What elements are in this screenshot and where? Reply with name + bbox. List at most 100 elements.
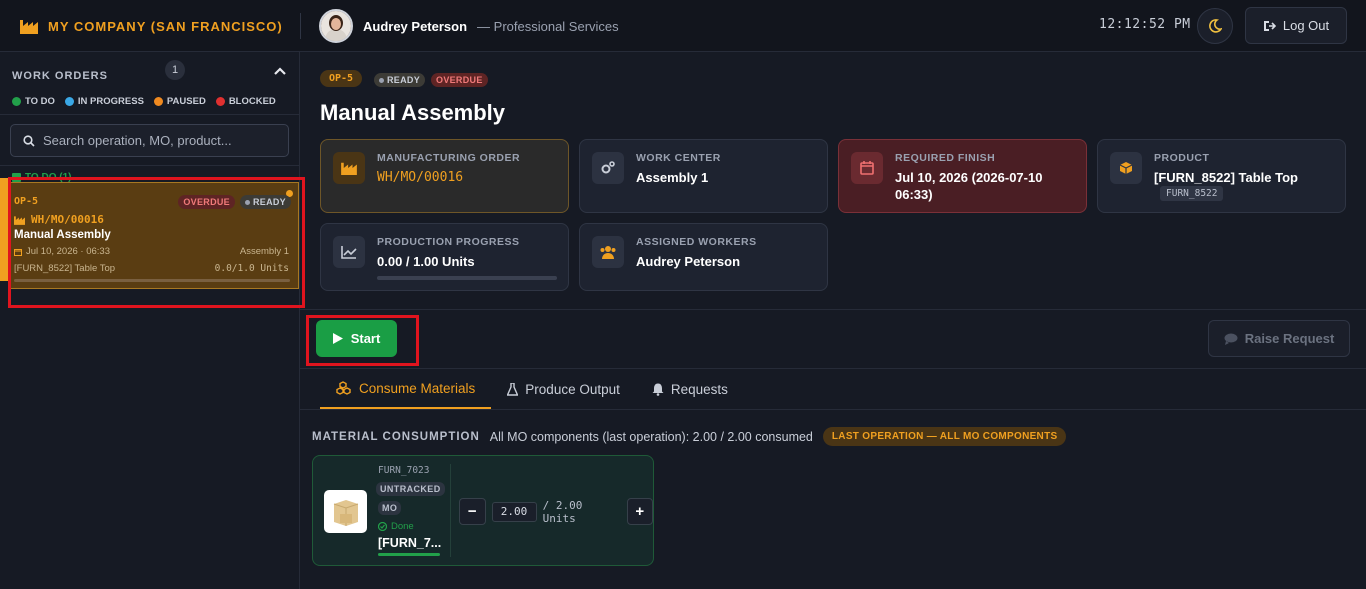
header-divider — [300, 13, 301, 39]
brand: MY COMPANY (SAN FRANCISCO) — [20, 0, 283, 52]
cubes-icon — [336, 381, 351, 395]
product-sku: FURN_8522 — [1160, 186, 1224, 201]
tab-requests[interactable]: Requests — [636, 369, 744, 409]
material-progress-bar — [378, 553, 440, 556]
product-card: PRODUCT [FURN_8522] Table Top FURN_8522 — [1097, 139, 1346, 213]
search-icon — [23, 134, 35, 147]
quantity-total: / 2.00 Units — [542, 498, 583, 525]
page-title: Manual Assembly — [320, 100, 506, 125]
bell-icon — [652, 383, 664, 396]
finish-value: Jul 10, 2026 (2026-07-10 06:33) — [895, 170, 1043, 202]
section-title: MATERIAL CONSUMPTION — [312, 430, 480, 443]
divider — [300, 409, 1366, 410]
status-legend: TO DO IN PROGRESS PAUSED BLOCKED — [12, 96, 276, 107]
assigned-workers-card: ASSIGNED WORKERS Audrey Peterson — [579, 223, 828, 291]
workers-label: ASSIGNED WORKERS — [636, 236, 757, 248]
top-header: MY COMPANY (SAN FRANCISCO) Audrey Peters… — [0, 0, 1366, 52]
avatar — [319, 9, 353, 43]
clock: 12:12:52 PM — [1099, 17, 1191, 32]
flask-icon — [507, 382, 519, 396]
search-input[interactable] — [43, 133, 283, 148]
sidebar-header: WORK ORDERS — [12, 64, 292, 88]
work-center-label: WORK CENTER — [636, 152, 721, 164]
logout-icon — [1263, 20, 1276, 31]
box-icon — [1110, 152, 1142, 184]
comment-icon — [1224, 333, 1238, 345]
search-box[interactable] — [10, 124, 289, 157]
quantity-stepper: − 2.00 / 2.00 Units + — [459, 498, 653, 525]
quantity-input[interactable]: 2.00 — [491, 501, 537, 522]
increase-button[interactable]: + — [626, 498, 653, 525]
check-circle-icon — [378, 522, 387, 531]
calendar-icon — [851, 152, 883, 184]
material-status: Done — [378, 521, 414, 532]
chart-line-icon — [333, 236, 365, 268]
mo-card[interactable]: MANUFACTURING ORDER WH/MO/00016 — [320, 139, 569, 213]
ready-dot — [379, 77, 384, 83]
todo-dot — [12, 97, 21, 106]
finish-label: REQUIRED FINISH — [895, 152, 996, 164]
product-image — [324, 490, 367, 533]
mo-tag: MO — [378, 501, 402, 515]
production-progress-card: PRODUCTION PROGRESS 0.00 / 1.00 Units — [320, 223, 569, 291]
op-badge: OP-5 — [320, 70, 363, 87]
factory-icon — [333, 152, 365, 184]
legend-blocked: BLOCKED — [215, 96, 276, 107]
users-icon — [592, 236, 624, 268]
untracked-tag: UNTRACKED — [376, 482, 445, 496]
raise-request-button[interactable]: Raise Request — [1208, 320, 1350, 357]
work-orders-sidebar: WORK ORDERS 1 TO DO IN PROGRESS PAUSED B… — [0, 52, 300, 589]
divider — [0, 165, 300, 166]
tab-bar: Consume Materials Produce Output Request… — [320, 369, 744, 409]
required-finish-card: REQUIRED FINISH Jul 10, 2026 (2026-07-10… — [838, 139, 1087, 213]
material-code: FURN_7023 — [378, 465, 430, 476]
sidebar-title: WORK ORDERS — [12, 70, 108, 82]
legend-todo: TO DO — [12, 96, 55, 107]
material-consumption-header: MATERIAL CONSUMPTION All MO components (… — [312, 427, 1067, 446]
legend-in-progress: IN PROGRESS — [64, 96, 144, 107]
theme-toggle-button[interactable] — [1197, 8, 1233, 44]
work-center-value: Assembly 1 — [636, 170, 709, 185]
divider — [300, 309, 1366, 310]
decrease-button[interactable]: − — [459, 498, 486, 525]
logout-button[interactable]: Log Out — [1245, 7, 1347, 44]
material-card: FURN_7023 UNTRACKED MO Done [FURN_7... −… — [312, 455, 654, 566]
divider — [450, 464, 451, 557]
company-name: MY COMPANY (SAN FRANCISCO) — [48, 18, 283, 34]
status-badges: READY OVERDUE — [374, 73, 488, 87]
user-name: Audrey Peterson — [363, 18, 468, 34]
overdue-badge: OVERDUE — [431, 73, 488, 87]
moon-icon — [1209, 19, 1222, 33]
chevron-up-icon — [274, 67, 286, 75]
workers-value: Audrey Peterson — [636, 254, 741, 269]
work-center-card: WORK CENTER Assembly 1 — [579, 139, 828, 213]
card-accent — [0, 178, 8, 281]
in-progress-dot — [64, 97, 74, 106]
blocked-dot — [215, 97, 225, 106]
collapse-sidebar-button[interactable] — [273, 64, 287, 79]
factory-icon — [20, 20, 38, 34]
progress-bar — [377, 276, 557, 280]
mo-label: MANUFACTURING ORDER — [377, 152, 521, 164]
user-info: Audrey Peterson — Professional Services — [319, 0, 619, 52]
mo-value: WH/MO/00016 — [377, 170, 464, 185]
legend-paused: PAUSED — [153, 96, 206, 107]
gears-icon — [592, 152, 624, 184]
product-label: PRODUCT — [1154, 152, 1210, 164]
tab-consume-materials[interactable]: Consume Materials — [320, 369, 492, 409]
logout-label: Log Out — [1282, 18, 1330, 33]
ready-badge: READY — [374, 73, 426, 87]
work-order-count: 1 — [165, 60, 185, 80]
product-value: [FURN_8522] Table Top — [1154, 170, 1298, 185]
main-panel: OP-5 READY OVERDUE Manual Assembly MANUF… — [300, 52, 1366, 589]
consumption-summary: All MO components (last operation): 2.00… — [489, 429, 813, 444]
divider — [0, 114, 300, 115]
progress-label: PRODUCTION PROGRESS — [377, 236, 520, 248]
user-department: — Professional Services — [477, 18, 619, 34]
tab-produce-output[interactable]: Produce Output — [491, 369, 636, 409]
last-operation-badge: LAST OPERATION — ALL MO COMPONENTS — [822, 427, 1067, 446]
paused-dot — [153, 97, 163, 106]
highlight-box — [306, 315, 419, 366]
progress-value: 0.00 / 1.00 Units — [377, 254, 475, 269]
highlight-box — [8, 177, 305, 308]
